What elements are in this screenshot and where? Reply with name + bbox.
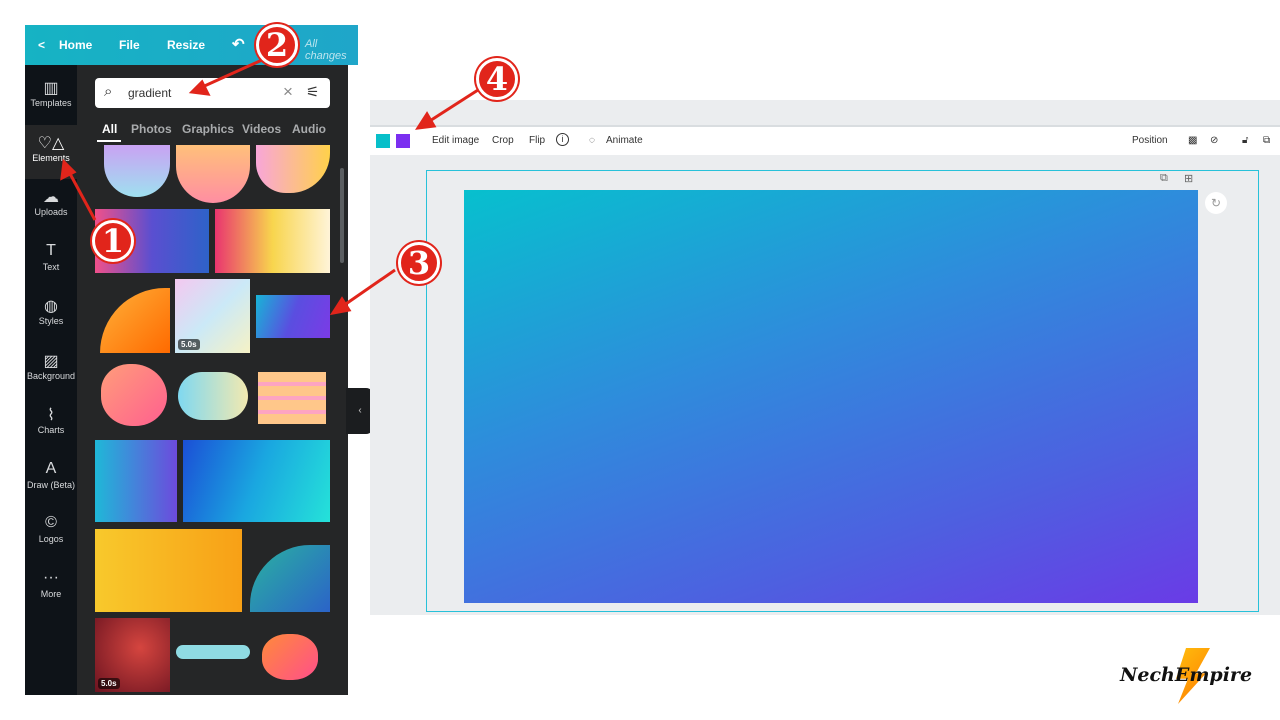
annotation-badge-2: 2 bbox=[256, 24, 298, 66]
annotation-badge-3: 3 bbox=[398, 242, 440, 284]
arrow-2 bbox=[199, 58, 263, 90]
arrow-1 bbox=[66, 169, 97, 221]
watermark-text: NechEmpire bbox=[1120, 664, 1253, 686]
arrow-3 bbox=[339, 268, 396, 310]
annotation-badge-4: 4 bbox=[476, 58, 518, 100]
annotation-arrows bbox=[60, 58, 479, 316]
arrow-4 bbox=[424, 88, 479, 126]
annotation-badge-1: 1 bbox=[92, 220, 134, 262]
